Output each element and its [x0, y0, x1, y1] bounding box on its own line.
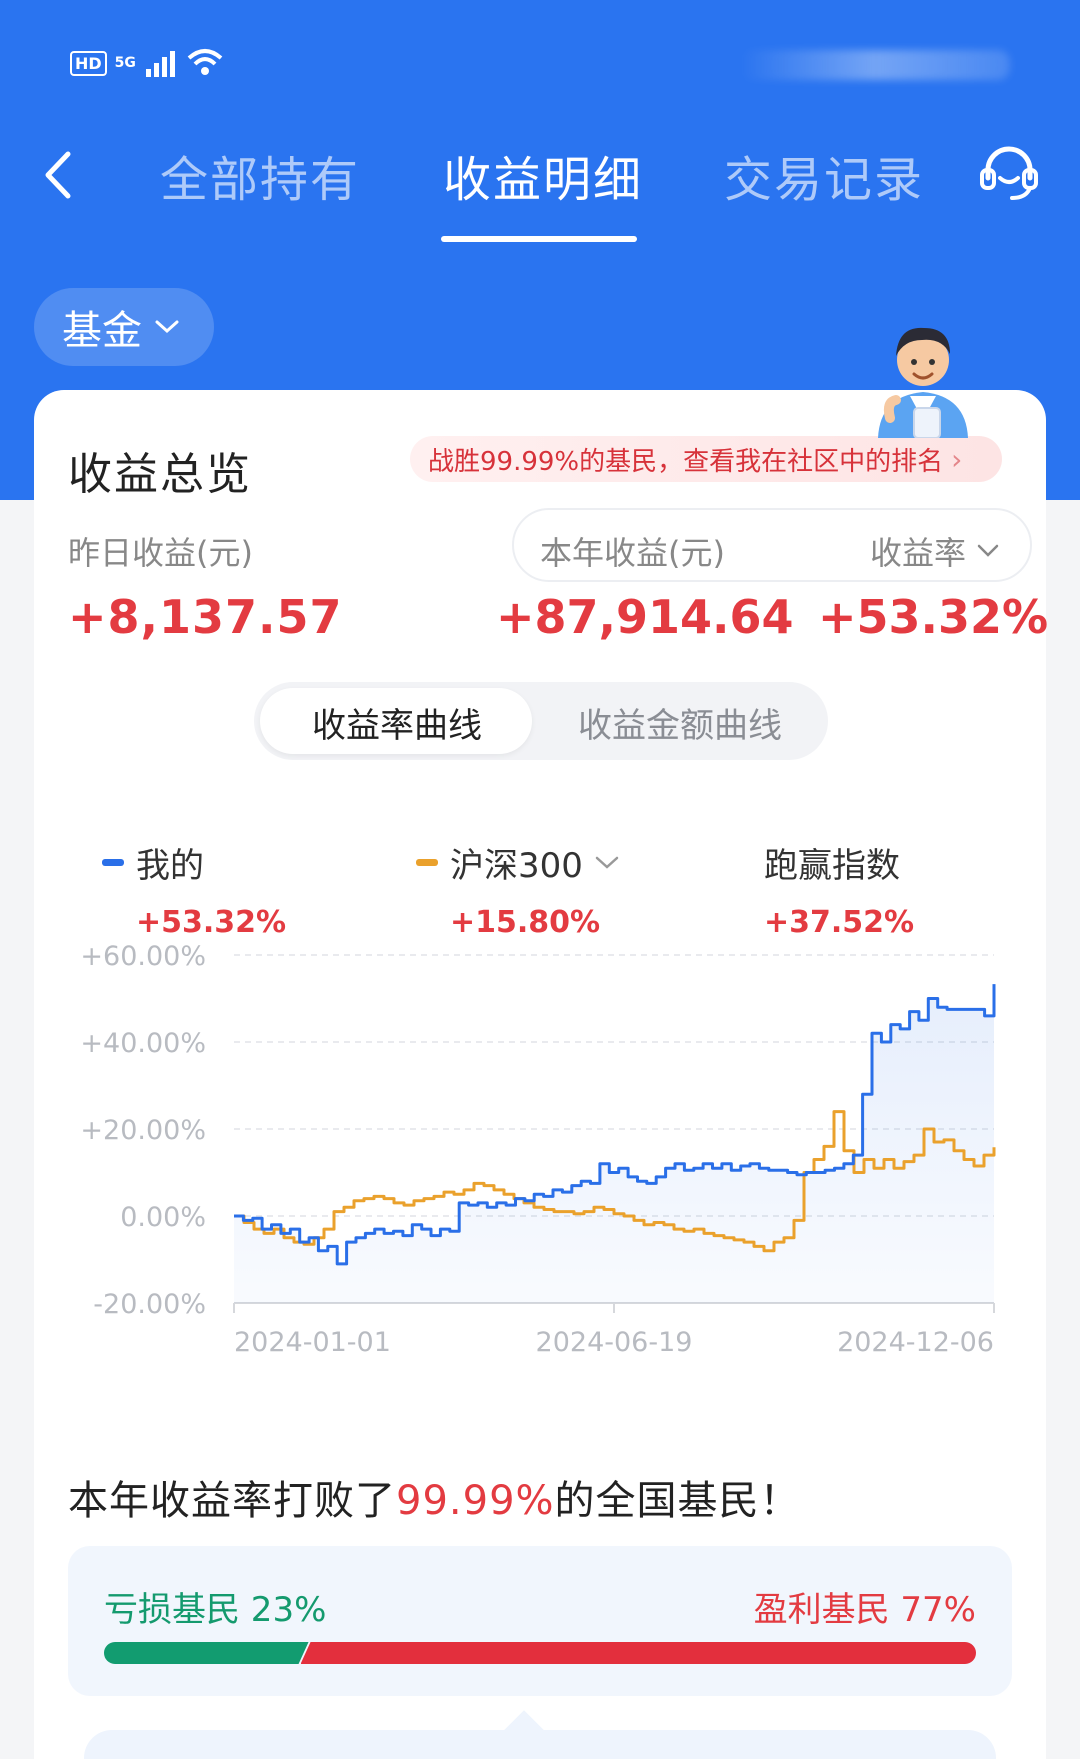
return-rate-chart: +60.00% +40.00% +20.00% 0.00% -20.00% 2024-01…: [80, 941, 996, 1358]
profit-bar-segment: [300, 1642, 976, 1664]
investor-distribution-card: 亏损基民 23% 盈利基民 77%: [68, 1546, 1012, 1696]
x-tick-label: 2024-12-06: [837, 1327, 994, 1358]
y-tick-label: +20.00%: [80, 1115, 206, 1146]
signal-icon: [145, 51, 175, 77]
beat-prefix: 本年收益率打败了: [68, 1478, 396, 1524]
y-tick-label: -20.00%: [93, 1289, 206, 1320]
rank-banner[interactable]: 战胜99.99%的基民，查看我在社区中的排名 ›: [410, 436, 1002, 482]
active-tab-indicator: [441, 236, 637, 242]
legend-mine: 我的 +53.32%: [102, 838, 286, 940]
status-bar: HD 5G: [0, 0, 1080, 110]
segment-amount-curve[interactable]: 收益金额曲线: [578, 698, 782, 747]
rate-selector-label: 收益率: [870, 534, 967, 572]
legend-outperform-label: 跑赢指数: [764, 846, 900, 886]
legend-outperform: 跑赢指数 +37.52%: [764, 838, 914, 940]
network-label: 5G: [114, 55, 136, 71]
distribution-bar: [104, 1642, 976, 1664]
tab-profit-detail[interactable]: 收益明细: [443, 140, 643, 210]
y-tick-label: 0.00%: [120, 1202, 206, 1233]
beat-statement: 本年收益率打败了99.99%的全国基民！: [68, 1468, 801, 1526]
y-tick-label: +60.00%: [80, 941, 206, 972]
customer-service-icon[interactable]: [976, 140, 1042, 206]
loss-bar-segment: [104, 1642, 309, 1664]
chevron-right-icon: ›: [951, 442, 963, 476]
legend-mine-swatch: [102, 859, 124, 866]
legend-benchmark-swatch: [416, 859, 438, 866]
status-left: HD 5G: [70, 48, 224, 78]
x-tick-label: 2024-06-19: [536, 1327, 693, 1358]
y-tick-label: +40.00%: [80, 1028, 206, 1059]
fund-type-selector[interactable]: 基金: [34, 288, 214, 366]
legend-mine-label: 我的: [136, 846, 204, 886]
segment-rate-curve[interactable]: 收益率曲线: [312, 698, 482, 747]
wifi-icon: [187, 49, 223, 75]
yesterday-profit-label: 昨日收益(元): [68, 534, 253, 572]
next-card-peek: [84, 1730, 996, 1759]
return-rate-value: +53.32%: [818, 590, 1049, 644]
year-profit-label: 本年收益(元): [540, 534, 725, 572]
overview-title: 收益总览: [68, 449, 252, 500]
chevron-down-icon: [977, 544, 999, 557]
loss-investors-label: 亏损基民 23%: [104, 1590, 327, 1630]
beat-highlight: 99.99%: [396, 1478, 555, 1524]
status-right-blurred: [740, 50, 1010, 80]
rank-banner-text: 战胜99.99%的基民，查看我在社区中的排名: [428, 446, 944, 477]
mascot-illustration: [878, 327, 968, 438]
year-profit-value: +87,914.64: [496, 590, 794, 644]
rate-selector[interactable]: 收益率: [870, 528, 1000, 574]
curve-type-toggle: 收益率曲线 收益金额曲线: [254, 682, 828, 760]
tab-all-holdings[interactable]: 全部持有: [160, 140, 360, 210]
yesterday-profit-value: +8,137.57: [68, 590, 343, 644]
chevron-down-icon: [595, 856, 619, 869]
legend-benchmark[interactable]: 沪深300 +15.80%: [416, 838, 621, 940]
profit-investors-label: 盈利基民 77%: [753, 1590, 976, 1630]
back-arrow-icon[interactable]: [36, 140, 80, 210]
tab-trade-records[interactable]: 交易记录: [724, 140, 924, 210]
legend-benchmark-label: 沪深300: [450, 846, 583, 886]
fund-type-label: 基金: [62, 308, 142, 354]
profit-overview-card: 收益总览 战胜99.99%的基民，查看我在社区中的排名 › 昨日收益(元) +8…: [34, 390, 1049, 1759]
hd-badge: HD: [70, 50, 107, 76]
x-tick-label: 2024-01-01: [234, 1327, 391, 1358]
beat-suffix: 的全国基民！: [554, 1478, 801, 1524]
top-nav: 全部持有 收益明细 交易记录: [0, 130, 1080, 250]
chevron-down-icon: [155, 320, 179, 334]
